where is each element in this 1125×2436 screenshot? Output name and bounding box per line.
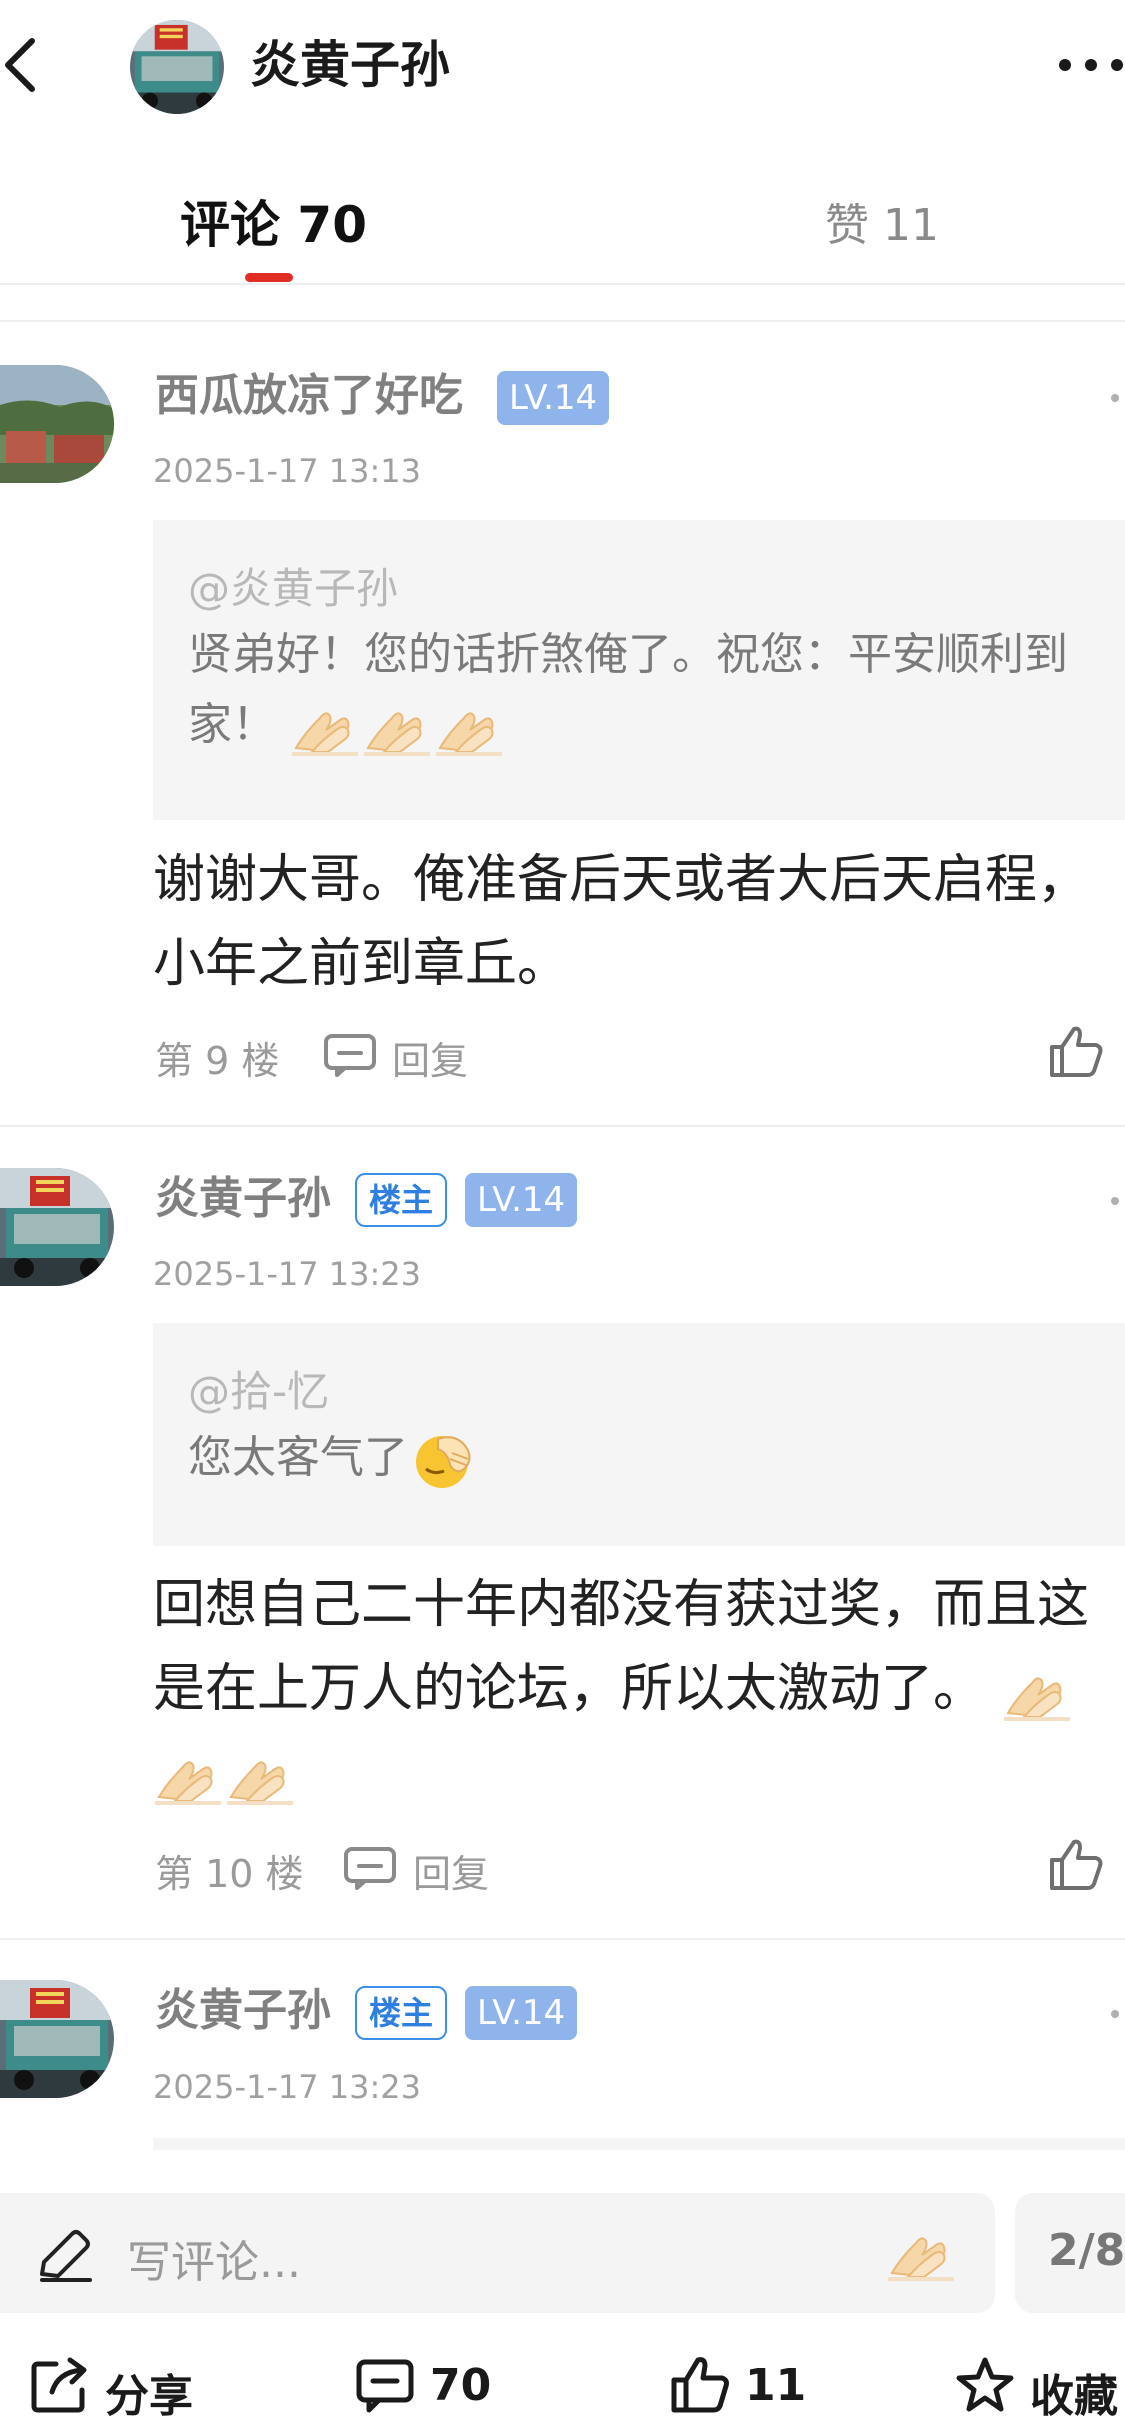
reply-button[interactable]: 回复 bbox=[392, 1030, 468, 1085]
reply-button[interactable]: 回复 bbox=[413, 1843, 489, 1898]
quote-username: @拾-忆 bbox=[188, 1367, 330, 1416]
tab-comments[interactable]: 评论 70 bbox=[180, 185, 367, 257]
divider bbox=[0, 1125, 1125, 1127]
comment-input-bar[interactable]: 写评论... bbox=[0, 2193, 995, 2313]
comment-username[interactable]: 炎黄子孙 bbox=[155, 1171, 331, 1227]
folded-hands-icon bbox=[290, 696, 362, 758]
more-dots-icon[interactable] bbox=[1055, 55, 1125, 75]
quote-username: @炎黄子孙 bbox=[188, 564, 399, 613]
more-dots-icon[interactable] bbox=[1105, 1195, 1125, 1207]
favorite-label: 收藏 bbox=[1030, 2371, 1118, 2422]
chevron-left-icon[interactable] bbox=[0, 35, 45, 95]
folded-hands-icon bbox=[1002, 1661, 1074, 1723]
level-badge: LV.14 bbox=[465, 1173, 578, 1227]
avatar[interactable] bbox=[0, 365, 114, 483]
quoted-comment[interactable]: @炎黄子孙 贤弟好！您的话折煞俺了。祝您：平安顺利到家！ bbox=[153, 520, 1125, 820]
top-header: 炎黄子孙 bbox=[0, 0, 1125, 135]
bottom-action-bar: 分享 70 11 收藏 bbox=[0, 2340, 1125, 2436]
likes-count: 11 bbox=[745, 2360, 807, 2411]
star-icon bbox=[956, 2357, 1014, 2412]
page-number: 2/8 bbox=[1048, 2225, 1125, 2276]
tab-active-indicator bbox=[245, 273, 293, 282]
quote-text: 您太客气了 bbox=[188, 1423, 1108, 1493]
avatar[interactable] bbox=[0, 1980, 114, 2098]
more-dots-icon[interactable] bbox=[1105, 392, 1125, 404]
comment-icon bbox=[356, 2359, 414, 2413]
thumbs-up-icon bbox=[671, 2357, 729, 2413]
comment-input[interactable]: 写评论... bbox=[127, 2226, 301, 2290]
comment-username[interactable]: 炎黄子孙 bbox=[155, 1983, 331, 2039]
tab-bar: 评论 70 赞 11 bbox=[0, 165, 1125, 285]
folded-hands-icon bbox=[362, 696, 434, 758]
folded-hands-icon bbox=[153, 1745, 225, 1807]
comment-time: 2025-1-17 13:23 bbox=[153, 1255, 421, 1293]
divider bbox=[0, 1938, 1125, 1940]
quoted-comment[interactable]: @拾-忆 您太客气了 bbox=[153, 1323, 1125, 1546]
share-icon bbox=[31, 2357, 87, 2413]
floor-number: 第 9 楼 bbox=[155, 1039, 280, 1083]
thumbs-up-icon[interactable] bbox=[1048, 1025, 1104, 1079]
comments-button[interactable]: 70 bbox=[355, 2350, 505, 2420]
thumbs-up-icon[interactable] bbox=[1048, 1838, 1104, 1892]
comment-time: 2025-1-17 13:13 bbox=[153, 452, 421, 490]
page-indicator[interactable]: 2/8 bbox=[1015, 2193, 1125, 2313]
more-dots-icon[interactable] bbox=[1105, 2008, 1125, 2020]
share-label: 分享 bbox=[105, 2371, 193, 2422]
favorite-button[interactable]: 收藏 bbox=[955, 2350, 1125, 2422]
owner-badge: 楼主 bbox=[355, 1986, 448, 2040]
reply-icon[interactable] bbox=[343, 1846, 397, 1890]
share-button[interactable]: 分享 bbox=[30, 2350, 220, 2422]
comment-body: 回想自己二十年内都没有获过奖，而且这是在上万人的论坛，所以太激动了。 bbox=[153, 1563, 1125, 1815]
folded-hands-icon bbox=[434, 696, 506, 758]
page-title[interactable]: 炎黄子孙 bbox=[250, 32, 450, 98]
reply-icon[interactable] bbox=[323, 1033, 377, 1077]
quote-text-content: 您太客气了 bbox=[188, 1432, 408, 1483]
owner-badge: 楼主 bbox=[355, 1173, 448, 1227]
level-badge: LV.14 bbox=[465, 1986, 578, 2040]
level-badge: LV.14 bbox=[497, 371, 610, 425]
quoted-comment[interactable] bbox=[153, 2138, 1125, 2150]
facepalm-icon bbox=[408, 1429, 480, 1491]
tab-likes[interactable]: 赞 11 bbox=[825, 189, 939, 253]
floor-number: 第 10 楼 bbox=[155, 1852, 304, 1896]
divider bbox=[0, 320, 1125, 322]
avatar[interactable] bbox=[130, 20, 224, 114]
avatar[interactable] bbox=[0, 1168, 114, 1286]
pencil-icon bbox=[40, 2230, 92, 2282]
folded-hands-icon[interactable] bbox=[886, 2221, 958, 2283]
truck-photo-avatar bbox=[0, 1980, 114, 2098]
comment-body: 谢谢大哥。俺准备后天或者大后天启程，小年之前到章丘。 bbox=[153, 850, 1090, 994]
comment-time: 2025-1-17 13:23 bbox=[153, 2068, 421, 2106]
truck-photo-avatar bbox=[130, 20, 224, 114]
scenery-photo-avatar bbox=[0, 365, 114, 483]
comments-count: 70 bbox=[430, 2360, 492, 2411]
comment-username[interactable]: 西瓜放凉了好吃 bbox=[155, 368, 463, 424]
like-button[interactable]: 11 bbox=[670, 2350, 810, 2420]
folded-hands-icon bbox=[225, 1745, 297, 1807]
quote-text: 贤弟好！您的话折煞俺了。祝您：平安顺利到家！ bbox=[188, 620, 1108, 760]
truck-photo-avatar bbox=[0, 1168, 114, 1286]
comment-body-text: 回想自己二十年内都没有获过奖，而且这是在上万人的论坛，所以太激动了。 bbox=[153, 1575, 1090, 1719]
